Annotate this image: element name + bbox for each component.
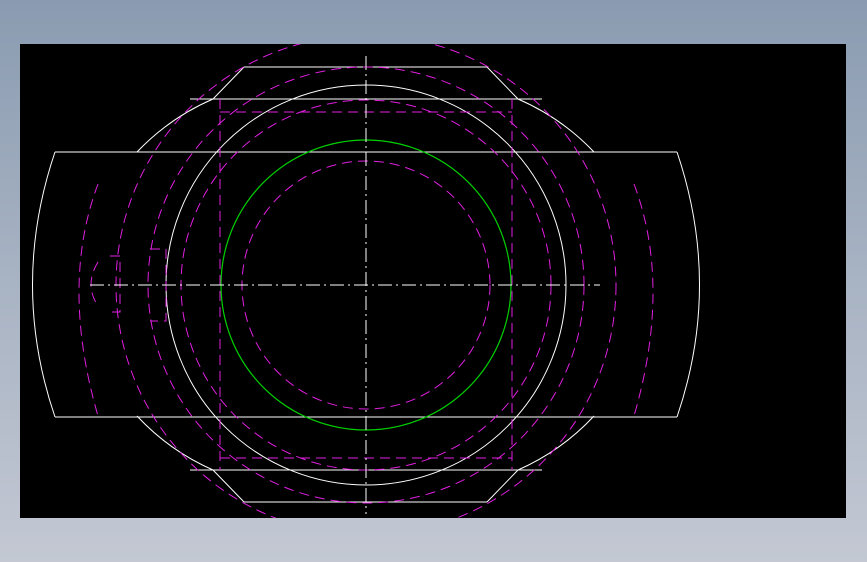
cad-viewport[interactable] <box>20 44 846 518</box>
centerlines <box>90 56 600 514</box>
top-left-chamfer <box>212 66 245 100</box>
hidden-left-arc-1 <box>78 183 99 417</box>
cad-drawing <box>32 44 700 518</box>
slot-arc <box>90 261 99 307</box>
outer-sphere-arc-tl <box>136 98 214 153</box>
outer-sphere-arc-tr <box>517 98 595 153</box>
band-left-arc <box>32 151 56 418</box>
hidden-right-arc-1 <box>633 183 654 417</box>
band-right-arc <box>676 151 700 418</box>
slot-outline-outer <box>110 255 121 313</box>
bottom-right-chamfer <box>486 469 519 503</box>
outer-sphere-arc-bl <box>136 415 214 471</box>
outer-sphere-arc-br <box>517 415 595 471</box>
